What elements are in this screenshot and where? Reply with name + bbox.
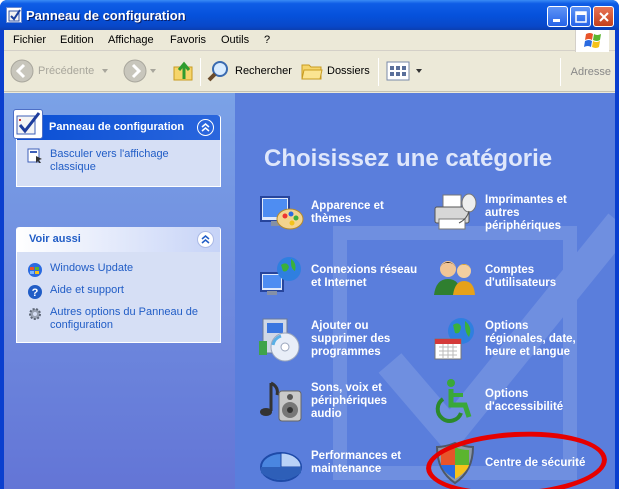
help-support-link[interactable]: ? Aide et support (27, 284, 212, 300)
category-label: Connexions réseau et Internet (311, 264, 418, 289)
page-heading: Choisissez une catégorie (264, 145, 553, 172)
menu-edition[interactable]: Edition (60, 34, 94, 46)
category-regional-options[interactable]: Options régionales, date, heure et langu… (431, 315, 585, 363)
task-box-header[interactable]: Panneau de configuration (13, 109, 220, 140)
category-printers[interactable]: Imprimantes et autres périphériques (431, 189, 585, 237)
menu-outils[interactable]: Outils (221, 34, 249, 46)
see-also-task-box: Voir aussi Windows Update ? Aide et supp… (16, 227, 221, 343)
toolbar: Précédente Rechercher Dossiers Adresse (4, 52, 615, 92)
printer-icon (434, 193, 477, 230)
window-client: Fichier Edition Affichage Favoris Outils… (4, 30, 615, 489)
windows-logo-icon (575, 30, 609, 52)
up-folder-button[interactable] (172, 56, 196, 86)
address-label: Adresse (570, 66, 611, 78)
window-title: Panneau de configuration (26, 8, 186, 23)
performance-icon (260, 452, 302, 482)
see-also-title: Voir aussi (29, 233, 81, 245)
category-appearance[interactable]: Apparence et thèmes (257, 189, 401, 237)
windows-update-icon (28, 263, 42, 277)
see-also-item: Autres options du Panneau de configurati… (50, 306, 199, 331)
menu-affichage[interactable]: Affichage (108, 34, 154, 46)
close-button[interactable] (593, 6, 614, 27)
category-sounds[interactable]: Sons, voix et périphériques audio (257, 377, 401, 425)
programs-icon (259, 318, 300, 362)
classic-view-icon (27, 148, 42, 163)
back-label: Précédente (38, 65, 95, 77)
category-user-accounts[interactable]: Comptes d'utilisateurs (431, 253, 575, 301)
views-grid-icon (386, 61, 410, 81)
see-also-header[interactable]: Voir aussi (17, 227, 220, 252)
regional-icon (434, 318, 474, 360)
control-panel-window: Panneau de configuration Fichier Edition… (0, 0, 619, 489)
forward-button[interactable] (123, 56, 147, 86)
back-arrow-icon (10, 59, 34, 83)
category-label: Comptes d'utilisateurs (485, 264, 557, 289)
forward-dropdown[interactable] (150, 56, 156, 86)
search-icon (207, 61, 228, 82)
category-label: Performances et maintenance (311, 450, 402, 475)
category-performance[interactable]: Performances et maintenance (257, 439, 411, 487)
menu-fichier[interactable]: Fichier (13, 34, 46, 46)
control-panel-checklist-icon (13, 109, 43, 139)
svg-text:?: ? (32, 287, 39, 299)
network-icon (260, 257, 301, 295)
users-icon (434, 261, 475, 295)
title-bar[interactable]: Panneau de configuration (0, 0, 619, 30)
category-label: Imprimantes et autres périphériques (485, 193, 567, 232)
folders-button[interactable]: Dossiers (301, 56, 370, 86)
accessibility-icon (435, 379, 472, 423)
back-button[interactable]: Précédente (10, 56, 94, 86)
help-icon: ? (28, 285, 42, 299)
category-label: Apparence et thèmes (311, 200, 384, 225)
back-dropdown[interactable] (102, 56, 108, 86)
other-options-link[interactable]: Autres options du Panneau de configurati… (27, 306, 212, 332)
forward-arrow-icon (123, 59, 147, 83)
folders-label: Dossiers (327, 65, 370, 77)
task-pane: Panneau de configuration Basculer vers l… (4, 93, 235, 489)
see-also-item: Windows Update (50, 262, 134, 274)
collapse-chevron-icon[interactable] (197, 231, 214, 248)
category-network[interactable]: Connexions réseau et Internet (257, 253, 421, 301)
category-pane: Choisissez une catégorie Apparence et th… (235, 93, 615, 489)
task-box-title: Panneau de configuration (49, 121, 185, 133)
category-label: Options d'accessibilité (485, 388, 564, 413)
minimize-button[interactable] (547, 6, 568, 27)
category-label: Options régionales, date, heure et langu… (485, 319, 576, 358)
appearance-icon (260, 196, 304, 230)
category-label: Ajouter ou supprimer des programmes (311, 319, 391, 358)
control-panel-icon (6, 7, 22, 23)
gear-icon (29, 308, 41, 320)
menu-favoris[interactable]: Favoris (170, 34, 206, 46)
maximize-button[interactable] (570, 6, 591, 27)
search-label: Rechercher (235, 65, 292, 77)
chevron-down-icon (416, 69, 422, 73)
category-label: Sons, voix et périphériques audio (311, 381, 388, 420)
switch-classic-view-link[interactable]: Basculer vers l'affichage classique (27, 148, 212, 174)
category-accessibility[interactable]: Options d'accessibilité (431, 377, 575, 425)
sound-icon (260, 381, 302, 422)
control-panel-task-box: Panneau de configuration Basculer vers l… (13, 109, 221, 187)
up-folder-icon (173, 61, 193, 81)
views-button[interactable] (386, 56, 424, 86)
collapse-chevron-icon[interactable] (197, 119, 214, 136)
switch-view-label: Basculer vers l'affichage classique (50, 148, 169, 173)
see-also-item: Aide et support (50, 284, 124, 296)
menu-help[interactable]: ? (264, 34, 270, 46)
menu-bar: Fichier Edition Affichage Favoris Outils… (4, 30, 615, 52)
windows-update-link[interactable]: Windows Update (27, 262, 212, 278)
search-button[interactable]: Rechercher (207, 56, 292, 86)
chevron-down-icon (102, 69, 108, 73)
folder-icon (301, 64, 323, 80)
chevron-down-icon (150, 69, 156, 73)
category-add-remove-programs[interactable]: Ajouter ou supprimer des programmes (257, 315, 411, 363)
